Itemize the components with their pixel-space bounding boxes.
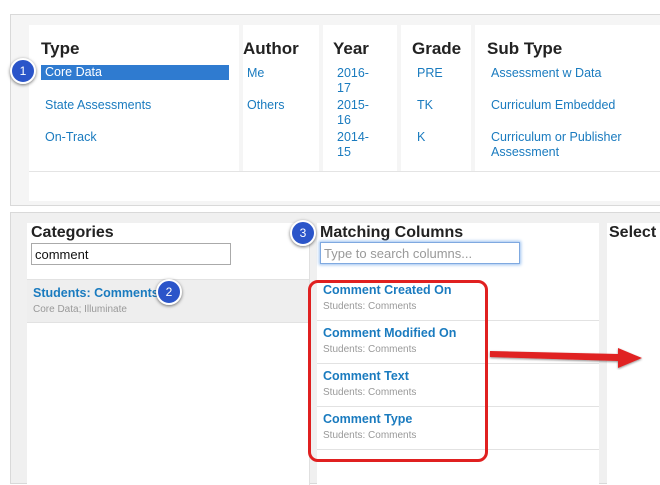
- year-header: Year: [333, 39, 369, 58]
- subtype-header: Sub Type: [487, 39, 563, 58]
- author-header: Author: [243, 39, 299, 58]
- matching-columns-title: Matching Columns: [320, 224, 464, 241]
- author-filter: Author Me Others: [243, 25, 319, 175]
- category-subtitle: Core Data; Illuminate: [33, 304, 127, 315]
- grade-header: Grade: [412, 39, 462, 58]
- filter-panel: Type Core Data State Assessments On-Trac…: [10, 14, 660, 206]
- columns-search-input[interactable]: [320, 242, 520, 264]
- annotation-highlight-box: [308, 280, 488, 462]
- selected-columns-title: Select: [609, 224, 657, 241]
- categories-title: Categories: [31, 224, 114, 241]
- type-option-on-track[interactable]: On-Track: [45, 130, 97, 145]
- type-header: Type: [41, 39, 80, 58]
- grade-option-tk[interactable]: TK: [417, 98, 433, 113]
- subtype-option-curriculum-or-publisher[interactable]: Curriculum or Publisher Assessment: [491, 130, 641, 160]
- subtype-option-curriculum-embedded[interactable]: Curriculum Embedded: [491, 98, 615, 113]
- year-option-2016-17[interactable]: 2016-17: [337, 66, 381, 96]
- annotation-badge-3: 3: [290, 220, 316, 246]
- annotation-badge-2: 2: [156, 279, 182, 305]
- subtype-option-assessment-w-data[interactable]: Assessment w Data: [491, 66, 601, 81]
- annotation-arrow-icon: [490, 348, 642, 368]
- categories-search-input[interactable]: [31, 243, 231, 265]
- grade-filter: Grade PRE TK K: [401, 25, 471, 175]
- year-option-2014-15[interactable]: 2014-15: [337, 130, 381, 160]
- type-filter: Type Core Data State Assessments On-Trac…: [29, 25, 239, 175]
- type-option-state-assessments[interactable]: State Assessments: [45, 98, 151, 113]
- filter-summary-strip: [29, 171, 660, 201]
- annotation-badge-1: 1: [10, 58, 36, 84]
- subtype-filter: Sub Type Assessment w Data Curriculum Em…: [475, 25, 660, 175]
- year-option-2015-16[interactable]: 2015-16: [337, 98, 381, 128]
- author-option-me[interactable]: Me: [247, 66, 264, 81]
- grade-option-pre[interactable]: PRE: [417, 66, 443, 81]
- year-filter: Year 2016-17 2015-16 2014-15: [323, 25, 397, 175]
- report-builder: Type Core Data State Assessments On-Trac…: [0, 0, 660, 485]
- category-title: Students: Comments: [33, 286, 159, 300]
- author-option-others[interactable]: Others: [247, 98, 285, 113]
- categories-pane: Categories Students: Comments Core Data;…: [27, 223, 310, 485]
- type-option-core-data[interactable]: Core Data: [41, 65, 229, 80]
- grade-option-k[interactable]: K: [417, 130, 425, 145]
